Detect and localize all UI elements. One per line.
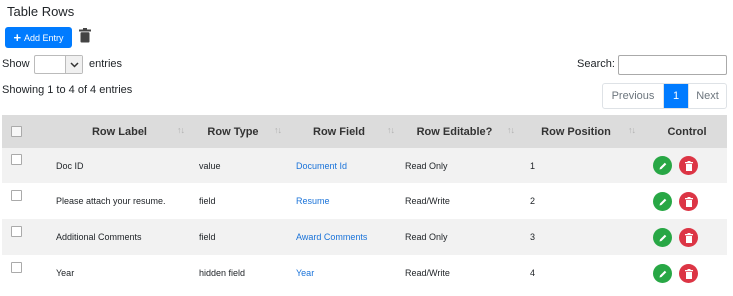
delete-button[interactable] <box>679 264 698 283</box>
row-type: hidden field <box>199 268 246 278</box>
row-position: 1 <box>530 160 536 171</box>
table-row: Doc ID value Document Id Read Only 1 <box>2 148 727 183</box>
row-checkbox[interactable] <box>11 154 22 165</box>
trash-icon <box>684 232 693 243</box>
row-type: value <box>199 160 221 171</box>
column-header-row-position[interactable]: Row Position <box>524 115 628 148</box>
column-header-row-editable[interactable]: Row Editable? <box>402 115 507 148</box>
row-label: Year <box>56 268 75 278</box>
delete-button[interactable] <box>679 192 698 211</box>
column-header-control: Control <box>667 125 707 138</box>
search-label: Search: <box>577 58 615 70</box>
edit-button[interactable] <box>653 192 672 211</box>
row-field-link[interactable]: Year <box>296 255 314 291</box>
sort-icon[interactable]: ↑↓ <box>507 125 515 135</box>
next-page-button[interactable]: Next <box>688 84 726 108</box>
pencil-icon <box>659 270 666 277</box>
entries-per-page-select[interactable] <box>34 55 83 74</box>
search-input[interactable] <box>618 55 727 75</box>
table-header: Row Label ↑↓ Row Type ↑↓ Row Field ↑↓ Ro… <box>2 115 727 148</box>
row-position: 3 <box>530 232 536 242</box>
row-editable: Read Only <box>405 232 448 242</box>
row-field-link[interactable]: Document Id <box>296 148 347 183</box>
row-type: field <box>199 196 216 206</box>
column-header-row-label[interactable]: Row Label <box>62 115 177 148</box>
row-position: 2 <box>530 196 536 206</box>
row-checkbox[interactable] <box>11 190 22 201</box>
row-field-link[interactable]: Resume <box>296 183 330 219</box>
column-header-row-type[interactable]: Row Type <box>192 115 274 148</box>
plus-icon: + <box>13 30 22 45</box>
add-entry-label: Add Entry <box>24 32 64 43</box>
sort-icon[interactable]: ↑↓ <box>177 125 185 135</box>
page-1-button[interactable]: 1 <box>664 84 688 108</box>
trash-icon <box>684 160 693 171</box>
row-editable: Read/Write <box>405 268 450 278</box>
table-row: Additional Comments field Award Comments… <box>2 219 727 255</box>
table-row: Please attach your resume. field Resume … <box>2 183 727 219</box>
sort-icon[interactable]: ↑↓ <box>274 125 282 135</box>
pencil-icon <box>659 162 666 169</box>
row-label: Doc ID <box>56 160 84 171</box>
row-type: field <box>199 232 216 242</box>
row-checkbox[interactable] <box>11 226 22 237</box>
entries-label: entries <box>89 58 123 70</box>
table-row: Year hidden field Year Read/Write 4 <box>2 255 727 291</box>
table-info: Showing 1 to 4 of 4 entries <box>2 84 133 96</box>
previous-page-button[interactable]: Previous <box>603 84 664 108</box>
pencil-icon <box>659 234 666 241</box>
trash-icon <box>684 268 693 279</box>
add-entry-button[interactable]: + Add Entry <box>5 27 72 48</box>
column-header-row-field[interactable]: Row Field <box>292 115 386 148</box>
pencil-icon <box>659 198 666 205</box>
select-all-checkbox[interactable] <box>11 126 22 137</box>
show-label: Show <box>2 58 30 70</box>
row-label: Please attach your resume. <box>56 196 166 206</box>
delete-button[interactable] <box>679 228 698 247</box>
page-title: Table Rows <box>7 4 75 19</box>
chevron-down-icon <box>65 56 82 73</box>
sort-icon[interactable]: ↑↓ <box>387 125 395 135</box>
row-field-link[interactable]: Award Comments <box>296 219 367 255</box>
pagination: Previous 1 Next <box>602 83 727 109</box>
delete-button[interactable] <box>679 156 698 175</box>
edit-button[interactable] <box>653 264 672 283</box>
row-editable: Read/Write <box>405 196 450 206</box>
edit-button[interactable] <box>653 156 672 175</box>
sort-icon[interactable]: ↑↓ <box>628 125 636 135</box>
edit-button[interactable] <box>653 228 672 247</box>
trash-icon <box>684 196 693 207</box>
row-position: 4 <box>530 268 536 278</box>
row-checkbox[interactable] <box>11 262 22 273</box>
trash-icon[interactable] <box>79 28 91 43</box>
row-label: Additional Comments <box>56 232 142 242</box>
row-editable: Read Only <box>405 160 448 171</box>
